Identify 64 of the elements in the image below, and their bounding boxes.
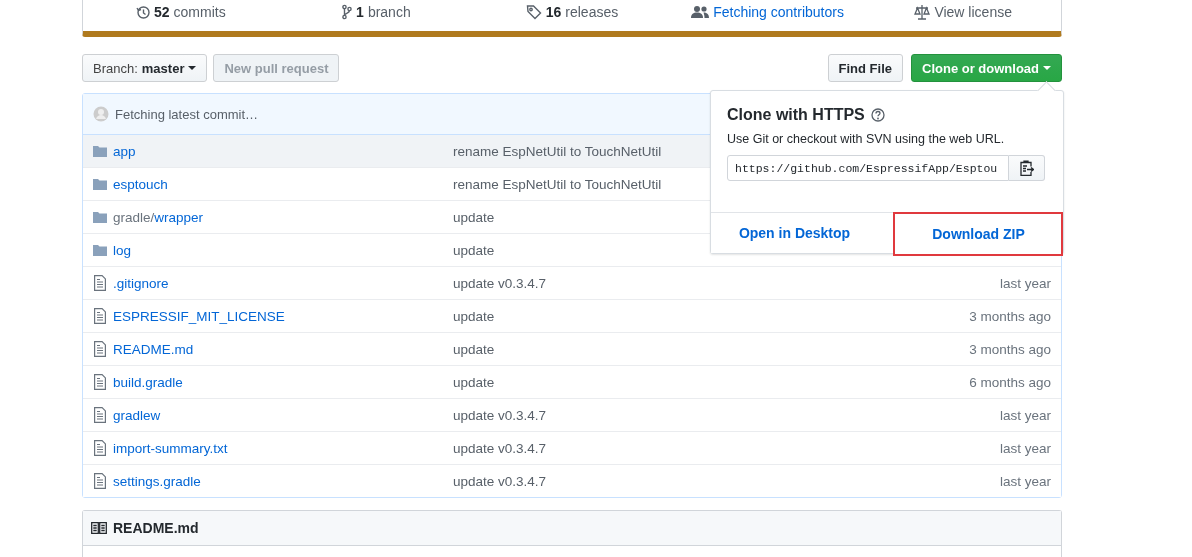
popup-title: Clone with HTTPS <box>727 106 865 124</box>
file-link[interactable]: app <box>113 143 136 159</box>
file-icon <box>93 308 107 324</box>
clipboard-icon <box>1019 160 1034 176</box>
stat-count[interactable]: 16 <box>545 3 562 20</box>
popup-action[interactable]: Open in Desktop <box>711 213 878 253</box>
file-icon <box>93 275 107 291</box>
copy-button[interactable] <box>1009 155 1045 181</box>
tag-icon <box>525 3 542 20</box>
folder-icon <box>93 145 107 157</box>
readme-title: README.md <box>113 520 199 536</box>
folder-icon <box>93 178 107 190</box>
file-icon <box>93 341 107 357</box>
commit-age: last year <box>998 407 1052 423</box>
file-icon <box>93 440 107 456</box>
book-icon <box>91 522 107 534</box>
file-icon <box>93 374 107 390</box>
stat-count[interactable]: 1 <box>356 3 364 20</box>
popup-description: Use Git or checkout with SVN using the web URL. <box>727 132 1006 146</box>
file-icon <box>93 473 107 489</box>
find-file-button[interactable]: Find File <box>827 54 903 82</box>
file-link[interactable]: gradle/wrapper <box>113 209 204 225</box>
commit-message[interactable]: update v0.3.4.7 <box>443 473 753 489</box>
commit-age: 3 months ago <box>968 341 1052 357</box>
file-icon <box>93 407 107 423</box>
commit-age: 6 months ago <box>968 374 1052 390</box>
commit-age: last year <box>998 473 1052 489</box>
commit-message[interactable]: update <box>443 341 753 357</box>
stat-count[interactable]: 52 <box>153 3 170 20</box>
commit-status-text: Fetching latest commit… <box>115 106 259 122</box>
help-icon <box>870 108 885 122</box>
folder-icon <box>93 244 107 256</box>
commit-age: 3 months ago <box>968 308 1052 324</box>
url-field[interactable]: https://github.com/EspressifApp/Esptou <box>727 155 1009 181</box>
stat-label[interactable]: commits <box>173 3 226 20</box>
file-link[interactable]: settings.gradle <box>113 473 201 489</box>
popup-action[interactable]: Download ZIP <box>894 213 1062 255</box>
stat-link[interactable]: View license <box>934 3 1012 20</box>
commit-message[interactable]: update v0.3.4.7 <box>443 440 753 456</box>
file-link[interactable]: import-summary.txt <box>113 440 228 456</box>
file-row[interactable]: settings.gradle update v0.3.4.7 last year <box>83 464 1061 497</box>
file-link[interactable]: log <box>113 242 131 258</box>
commit-message[interactable]: update v0.3.4.7 <box>443 275 753 291</box>
commit-message[interactable]: update <box>443 374 753 390</box>
stat-label[interactable]: branch <box>367 3 411 20</box>
commit-age: last year <box>998 275 1052 291</box>
scale-icon <box>914 3 931 20</box>
stat-label[interactable]: releases <box>565 3 619 20</box>
file-link[interactable]: gradlew <box>113 407 161 423</box>
file-link[interactable]: ESPRESSIF_MIT_LICENSE <box>113 308 285 324</box>
file-link[interactable]: README.md <box>113 341 194 357</box>
file-link[interactable]: esptouch <box>113 176 168 192</box>
people-icon <box>691 4 710 19</box>
branch-icon <box>342 3 353 20</box>
avatar-icon <box>93 106 109 122</box>
branch-select[interactable]: Branch: master <box>82 54 208 82</box>
file-link[interactable]: .gitignore <box>113 275 169 291</box>
stat-link[interactable]: Fetching contributors <box>713 3 844 20</box>
folder-icon <box>93 211 107 223</box>
commit-message[interactable]: update <box>443 308 753 324</box>
commit-age: last year <box>998 440 1052 456</box>
file-link[interactable]: build.gradle <box>113 374 183 390</box>
commit-message[interactable]: update v0.3.4.7 <box>443 407 753 423</box>
history-icon <box>135 3 150 20</box>
